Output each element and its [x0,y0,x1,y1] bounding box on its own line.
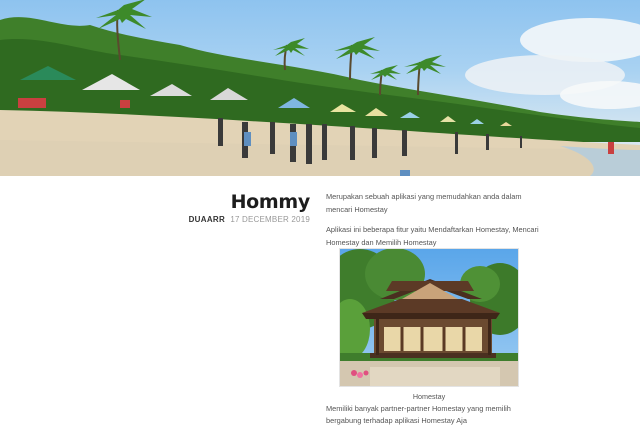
post-figure: Homestay [339,248,519,401]
post-content-closing: Memiliki banyak partner-partner Homestay… [326,403,540,427]
content-paragraph: Aplikasi ini beberapa fitur yaitu Mendaf… [326,225,539,247]
hero-image [0,0,640,176]
post-meta: DUAARR 17 DECEMBER 2019 [189,215,310,224]
post-author-link[interactable]: DUAARR [189,215,225,224]
figure-caption: Homestay [412,392,446,401]
post-content: Merupakan sebuah aplikasi yang memudahka… [326,190,540,256]
post-title: Hommy [230,191,311,213]
post-date: 17 DECEMBER 2019 [230,215,310,224]
homestay-image [339,248,519,387]
content-paragraph: Merupakan sebuah aplikasi yang memudahka… [326,192,522,214]
content-paragraph: Memiliki banyak partner-partner Homestay… [326,404,511,425]
homestay-house-illustration [340,249,518,386]
beach-scene-illustration [0,0,640,176]
